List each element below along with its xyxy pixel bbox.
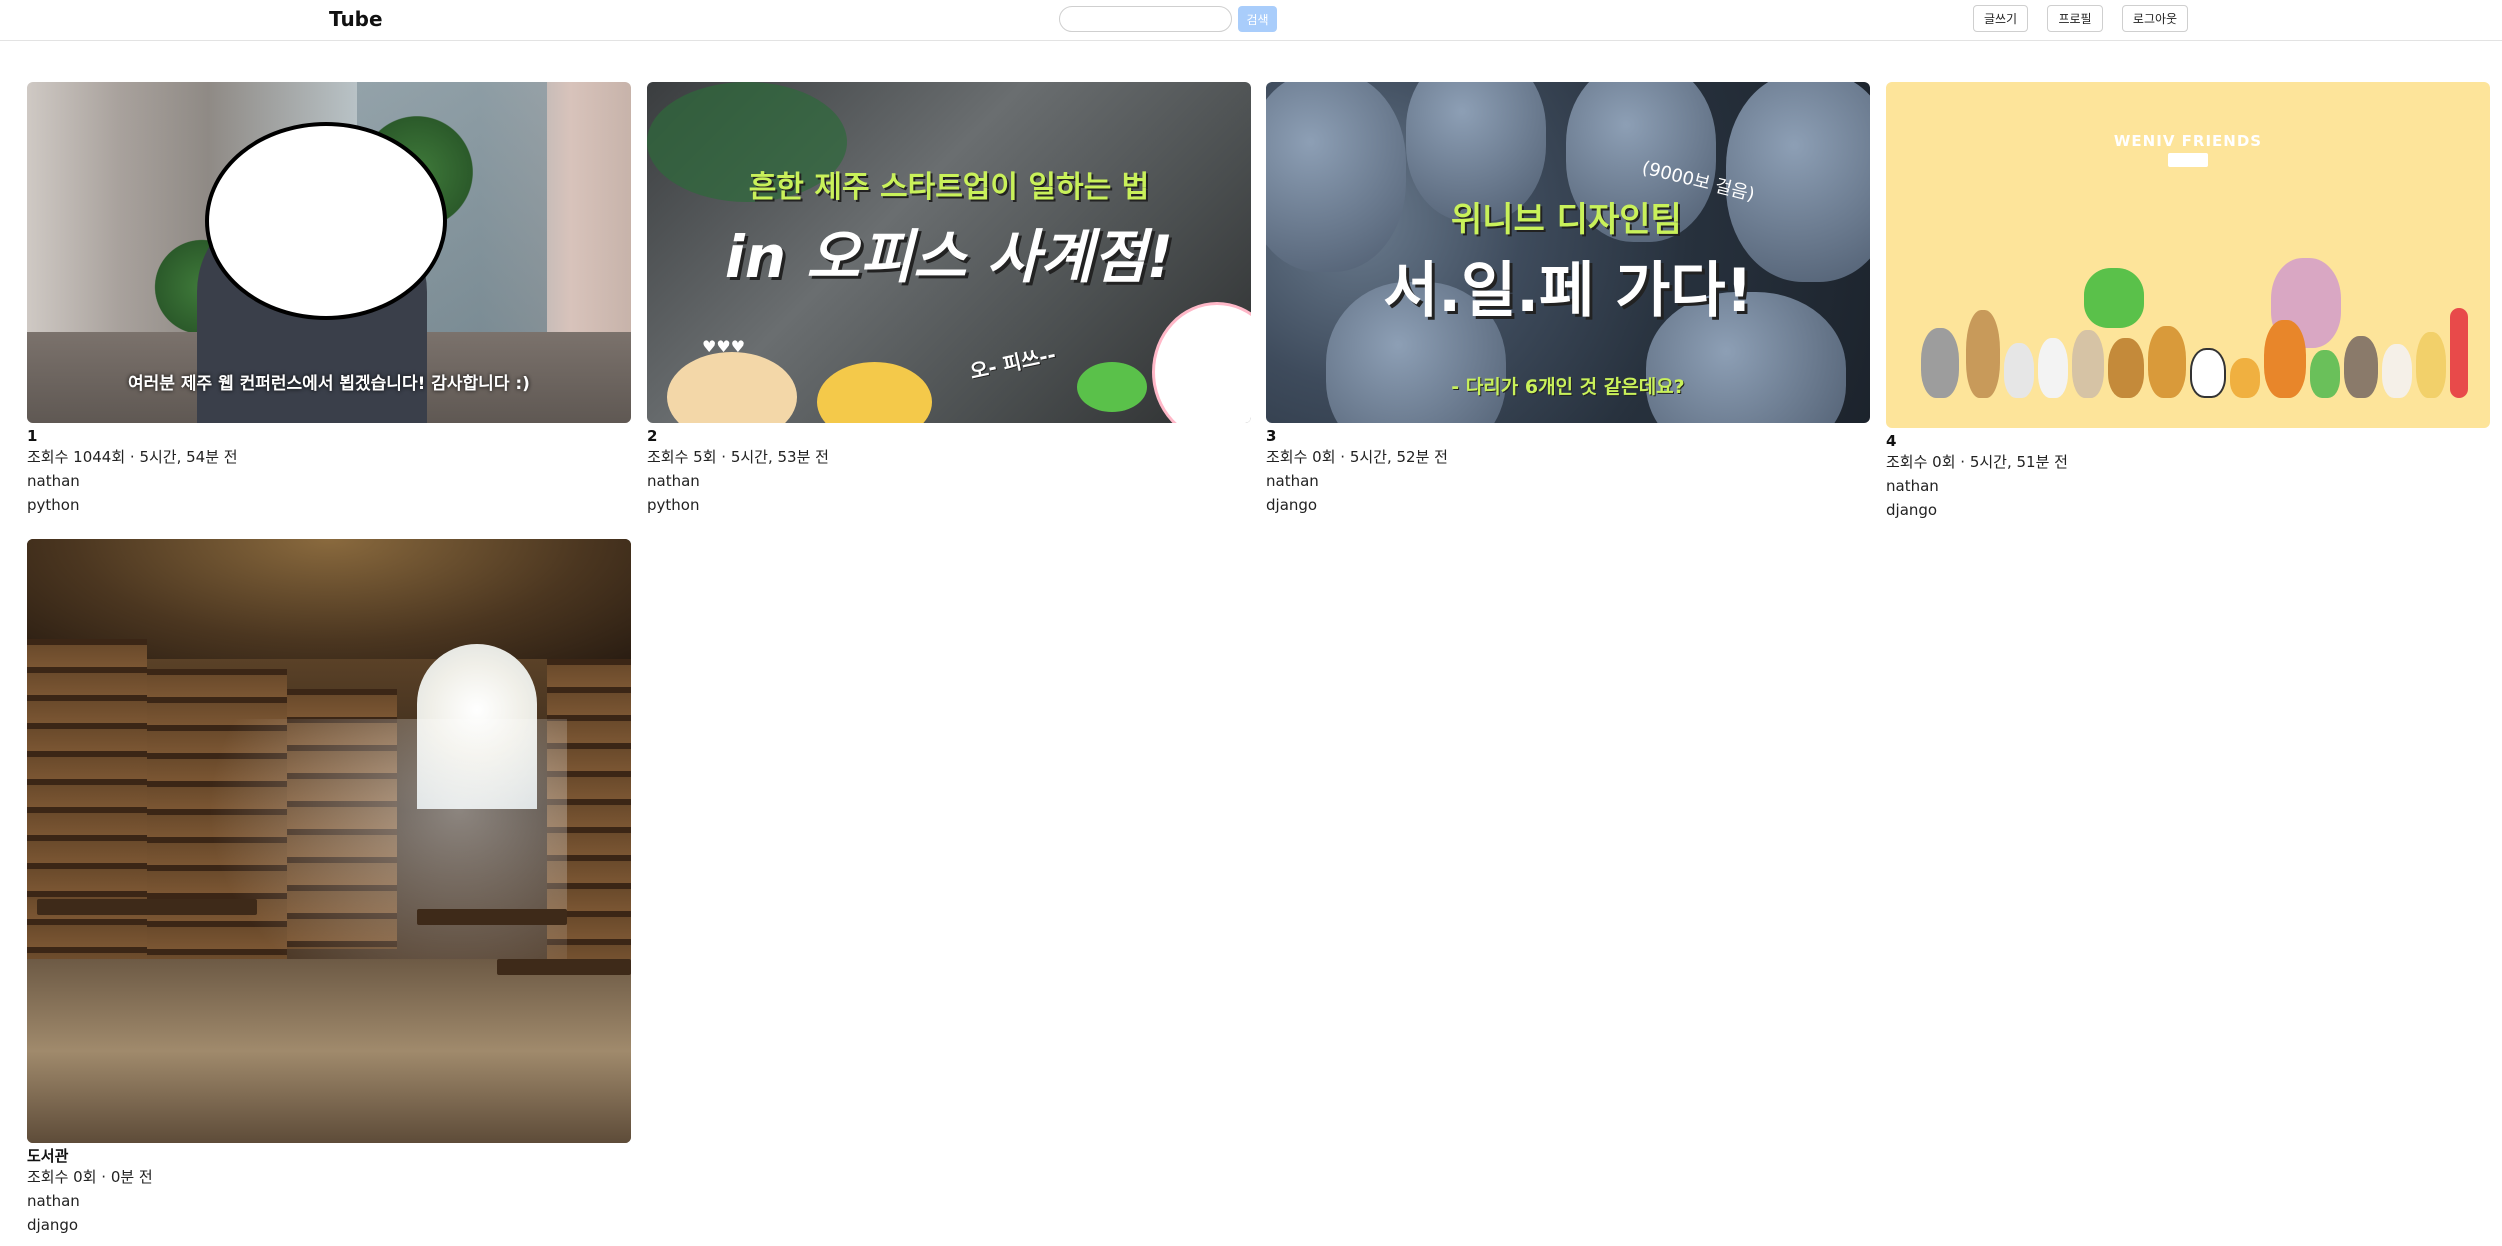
thumbnail-title: in 오피스 사계점! [724,223,1174,291]
thumbnail-title: 서.일.페 가다! [1383,256,1753,326]
video-thumbnail[interactable]: (9000보 걸음) 위니브 디자인팀 서.일.페 가다! - 다리가 6개인 … [1266,82,1870,423]
video-card[interactable]: 여러분 제주 웹 컨퍼런스에서 뵙겠습니다! 감사합니다 :) 1 조회수 10… [27,82,631,517]
bunny-character [667,352,797,423]
library-table [497,959,631,975]
video-title[interactable]: 3 [1266,427,1870,445]
top-navbar: Tube 검색 글쓰기 프로필 로그아웃 [0,0,2502,41]
thumbnail-headline: 흔한 제주 스타트업이 일하는 법 [748,170,1150,205]
video-thumbnail[interactable]: WENIV FRIENDS [1886,82,2490,428]
search-input[interactable] [1059,6,1232,32]
dino-character [2084,268,2144,328]
library-floor [27,959,631,1143]
dino-character [1077,362,1147,412]
video-meta: 조회수 5회 · 5시간, 53분 전 [647,448,829,466]
video-card[interactable]: 도서관 조회수 0회 · 0분 전 nathan django [27,539,631,1237]
write-post-button[interactable]: 글쓰기 [1973,5,2028,32]
bookshelf [27,639,147,989]
thumbnail-small-text: 오- 피쓰-- [967,342,1058,384]
video-title[interactable]: 4 [1886,432,2490,450]
logout-button[interactable]: 로그아웃 [2122,5,2188,32]
video-category[interactable]: python [647,493,1251,517]
face-mask [205,122,447,320]
video-category[interactable]: django [1886,498,2490,522]
video-author[interactable]: nathan [647,469,1251,493]
video-author[interactable]: nathan [1886,474,2490,498]
video-category[interactable]: python [27,493,631,517]
video-card[interactable]: WENIV FRIENDS 4 조회수 0회 · 5시간, 51분 전 nath… [1886,82,2490,522]
thumbnail-caption: 여러분 제주 웹 컨퍼런스에서 뵙겠습니다! 감사합니다 :) [128,374,530,394]
video-meta: 조회수 0회 · 5시간, 52분 전 [1266,448,1448,466]
video-meta: 조회수 1044회 · 5시간, 54분 전 [27,448,238,466]
search-button[interactable]: 검색 [1238,6,1277,32]
video-author[interactable]: nathan [1266,469,1870,493]
video-author[interactable]: nathan [27,469,631,493]
video-thumbnail[interactable] [27,539,631,1143]
video-meta: 조회수 0회 · 5시간, 51분 전 [1886,453,2068,471]
library-table [417,909,567,925]
thumbnail-team-text: 위니브 디자인팀 [1451,200,1682,240]
search-bar: 검색 [1059,6,1277,32]
thumbnail-brand: WENIV FRIENDS [2113,132,2263,150]
video-category[interactable]: django [1266,493,1870,517]
video-meta: 조회수 0회 · 0분 전 [27,1168,153,1186]
bunny-character [1152,302,1251,423]
video-title[interactable]: 2 [647,427,1251,445]
video-thumbnail[interactable]: 흔한 제주 스타트업이 일하는 법 in 오피스 사계점! ♥♥♥ 오- 피쓰-… [647,82,1251,423]
video-card[interactable]: 흔한 제주 스타트업이 일하는 법 in 오피스 사계점! ♥♥♥ 오- 피쓰-… [647,82,1251,517]
library-table [37,899,257,915]
video-thumbnail[interactable]: 여러분 제주 웹 컨퍼런스에서 뵙겠습니다! 감사합니다 :) [27,82,631,423]
video-card[interactable]: (9000보 걸음) 위니브 디자인팀 서.일.페 가다! - 다리가 6개인 … [1266,82,1870,517]
video-author[interactable]: nathan [27,1189,631,1213]
brand-tag [2168,153,2208,167]
video-title[interactable]: 1 [27,427,631,445]
site-logo[interactable]: Tube [329,7,383,31]
video-title[interactable]: 도서관 [27,1147,631,1165]
thumbnail-bottom-text: - 다리가 6개인 것 같은데요? [1451,376,1685,398]
profile-button[interactable]: 프로필 [2047,5,2103,32]
bear-character [817,362,932,423]
video-category[interactable]: django [27,1213,631,1237]
